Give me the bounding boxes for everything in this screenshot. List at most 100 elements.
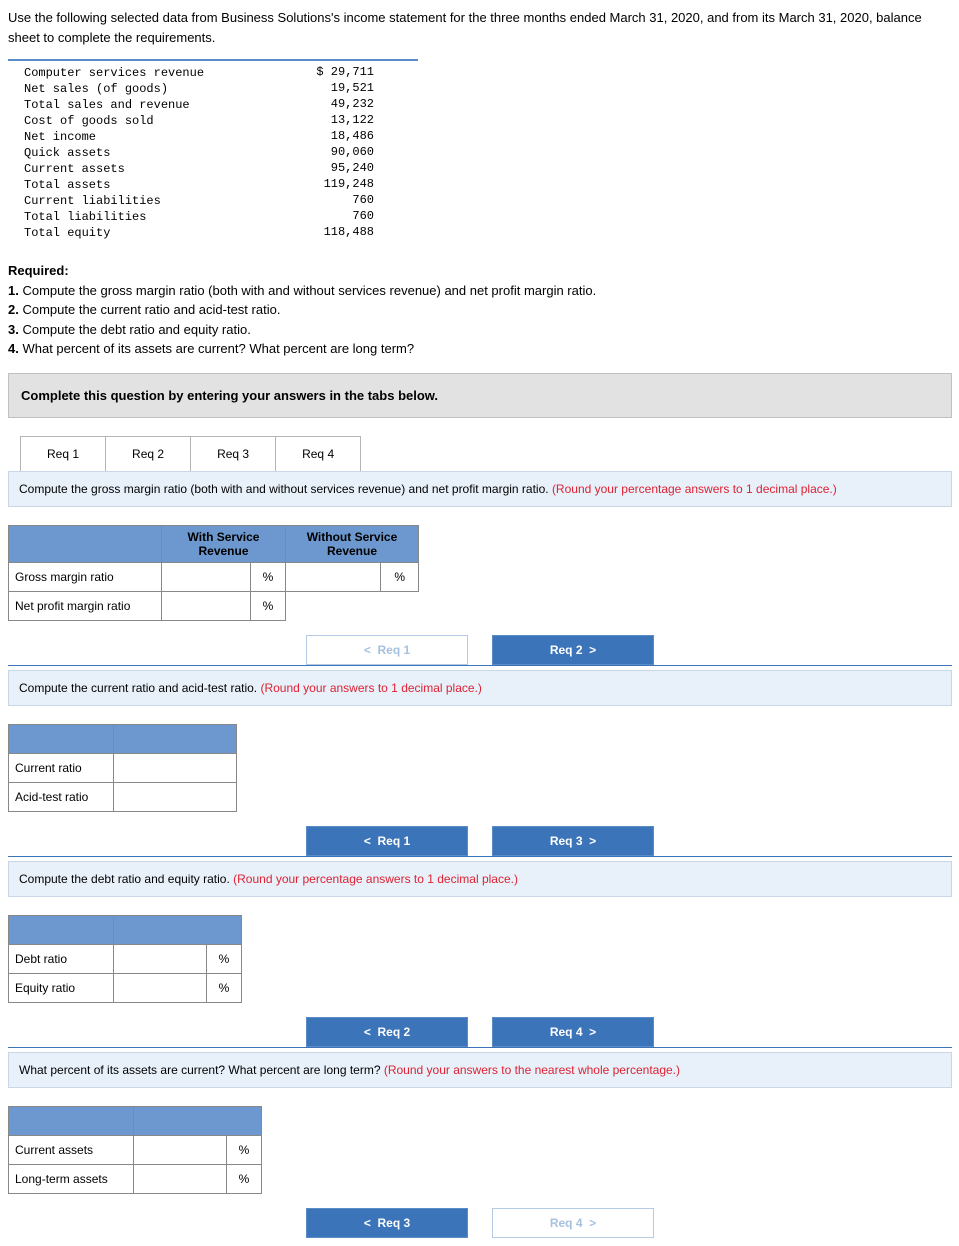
tab-req4[interactable]: Req 4 <box>275 436 361 471</box>
req3-prompt: Compute the debt ratio and equity ratio.… <box>8 861 952 897</box>
req4-next-button[interactable]: Req 4 > <box>492 1208 654 1238</box>
req3-hint: (Round your percentage answers to 1 deci… <box>233 872 518 886</box>
req1-prompt: Compute the gross margin ratio (both wit… <box>8 471 952 507</box>
fin-value: 95,240 <box>284 161 380 177</box>
chevron-left-icon: < <box>364 834 371 848</box>
chevron-right-icon: > <box>589 1216 596 1230</box>
req1-table: With Service Revenue Without Service Rev… <box>8 525 419 621</box>
required-block: Required: 1. Compute the gross margin ra… <box>8 261 951 359</box>
req2-acid-input[interactable] <box>120 788 230 806</box>
pct-unit: % <box>251 591 286 620</box>
req1-col2: Without Service Revenue <box>286 525 419 562</box>
fin-label: Cost of goods sold <box>8 113 284 129</box>
req4-current-input[interactable] <box>140 1141 220 1159</box>
req3-equity-input[interactable] <box>120 979 200 997</box>
chevron-left-icon: < <box>364 1025 371 1039</box>
fin-value: 90,060 <box>284 145 380 161</box>
chevron-right-icon: > <box>589 1025 596 1039</box>
fin-value: 119,248 <box>284 177 380 193</box>
req4-prompt: What percent of its assets are current? … <box>8 1052 952 1088</box>
req1-prompt-text: Compute the gross margin ratio (both wit… <box>19 482 552 496</box>
req3-row2-label: Equity ratio <box>9 973 114 1002</box>
pct-unit: % <box>227 1135 262 1164</box>
fin-label: Computer services revenue <box>8 65 284 81</box>
fin-label: Total sales and revenue <box>8 97 284 113</box>
req1-net-with-input[interactable] <box>168 597 244 615</box>
req2-table: Current ratio Acid-test ratio <box>8 724 237 812</box>
req1-row2-label: Net profit margin ratio <box>9 591 162 620</box>
req2-row1-label: Current ratio <box>9 753 114 782</box>
fin-value: 18,486 <box>284 129 380 145</box>
fin-value: 760 <box>284 209 380 225</box>
required-num-4: 4. <box>8 341 19 356</box>
pct-unit: % <box>227 1164 262 1193</box>
chevron-right-icon: > <box>589 643 596 657</box>
required-item-2: Compute the current ratio and acid-test … <box>22 302 280 317</box>
req4-section: What percent of its assets are current? … <box>8 1052 952 1238</box>
req2-row2-label: Acid-test ratio <box>9 782 114 811</box>
fin-label: Total liabilities <box>8 209 284 225</box>
req3-debt-input[interactable] <box>120 950 200 968</box>
req3-prompt-text: Compute the debt ratio and equity ratio. <box>19 872 233 886</box>
req4-row2-label: Long-term assets <box>9 1164 134 1193</box>
req4-prev-button[interactable]: < Req 3 <box>306 1208 468 1238</box>
required-num-2: 2. <box>8 302 19 317</box>
required-item-3: Compute the debt ratio and equity ratio. <box>22 322 250 337</box>
tab-req3[interactable]: Req 3 <box>190 436 276 471</box>
req2-prompt-text: Compute the current ratio and acid-test … <box>19 681 260 695</box>
req4-longterm-input[interactable] <box>140 1170 220 1188</box>
req2-prev-button[interactable]: < Req 1 <box>306 826 468 856</box>
req1-section: Compute the gross margin ratio (both wit… <box>8 471 952 665</box>
pct-unit: % <box>207 944 242 973</box>
fin-value: 13,122 <box>284 113 380 129</box>
req1-gross-with-input[interactable] <box>168 568 244 586</box>
req1-row1-label: Gross margin ratio <box>9 562 162 591</box>
fin-label: Total equity <box>8 225 284 241</box>
pct-unit: % <box>207 973 242 1002</box>
req1-next-button[interactable]: Req 2 > <box>492 635 654 665</box>
req1-hint: (Round your percentage answers to 1 deci… <box>552 482 837 496</box>
required-title: Required: <box>8 263 69 278</box>
fin-label: Quick assets <box>8 145 284 161</box>
req3-prev-button[interactable]: < Req 2 <box>306 1017 468 1047</box>
financial-data-table: Computer services revenue$ 29,711Net sal… <box>8 59 418 245</box>
req2-hint: (Round your answers to 1 decimal place.) <box>260 681 481 695</box>
chevron-left-icon: < <box>364 643 371 657</box>
req2-section: Compute the current ratio and acid-test … <box>8 670 952 856</box>
fin-label: Current liabilities <box>8 193 284 209</box>
fin-value: $ 29,711 <box>284 65 380 81</box>
fin-value: 49,232 <box>284 97 380 113</box>
fin-label: Net sales (of goods) <box>8 81 284 97</box>
tab-req2[interactable]: Req 2 <box>105 436 191 471</box>
required-item-4: What percent of its assets are current? … <box>22 341 414 356</box>
req4-table: Current assets% Long-term assets% <box>8 1106 262 1194</box>
pct-unit: % <box>251 562 286 591</box>
req3-row1-label: Debt ratio <box>9 944 114 973</box>
req3-table: Debt ratio% Equity ratio% <box>8 915 242 1003</box>
tab-strip: Req 1 Req 2 Req 3 Req 4 <box>20 436 951 471</box>
required-num-1: 1. <box>8 283 19 298</box>
req1-col1: With Service Revenue <box>162 525 286 562</box>
chevron-left-icon: < <box>364 1216 371 1230</box>
req2-next-button[interactable]: Req 3 > <box>492 826 654 856</box>
tab-req1[interactable]: Req 1 <box>20 436 106 471</box>
intro-text: Use the following selected data from Bus… <box>8 8 951 47</box>
instruction-box: Complete this question by entering your … <box>8 373 952 418</box>
req3-next-button[interactable]: Req 4 > <box>492 1017 654 1047</box>
fin-label: Total assets <box>8 177 284 193</box>
req2-current-input[interactable] <box>120 759 230 777</box>
req3-section: Compute the debt ratio and equity ratio.… <box>8 861 952 1047</box>
fin-label: Net income <box>8 129 284 145</box>
fin-value: 19,521 <box>284 81 380 97</box>
required-num-3: 3. <box>8 322 19 337</box>
fin-value: 760 <box>284 193 380 209</box>
pct-unit: % <box>381 562 419 591</box>
fin-value: 118,488 <box>284 225 380 241</box>
required-item-1: Compute the gross margin ratio (both wit… <box>22 283 596 298</box>
req2-prompt: Compute the current ratio and acid-test … <box>8 670 952 706</box>
req4-hint: (Round your answers to the nearest whole… <box>384 1063 680 1077</box>
req1-prev-button[interactable]: < Req 1 <box>306 635 468 665</box>
req1-gross-without-input[interactable] <box>292 568 374 586</box>
chevron-right-icon: > <box>589 834 596 848</box>
req4-prompt-text: What percent of its assets are current? … <box>19 1063 384 1077</box>
